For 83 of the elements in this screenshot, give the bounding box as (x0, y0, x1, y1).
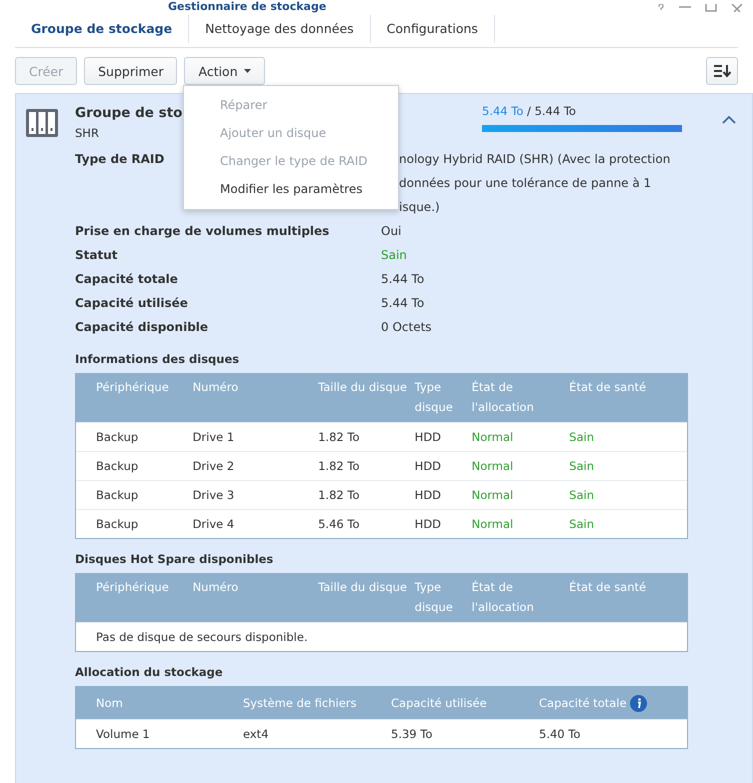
tab[interactable]: Configurations (370, 15, 495, 43)
column-header: Périphérique (96, 579, 170, 596)
column-header: Système de fichiers (243, 695, 356, 712)
property-value: données pour une tolérance de panne à 1 (399, 175, 652, 192)
sort-button[interactable] (706, 57, 738, 85)
tab[interactable]: Nettoyage des données (189, 15, 371, 43)
tab[interactable]: Groupe de stockage (15, 15, 190, 43)
table-cell-text: 1.82 To (318, 459, 360, 473)
property-value: 0 Octets (381, 319, 432, 336)
separator: / (527, 104, 531, 118)
table-cell-text: 5.39 To (391, 727, 434, 741)
column-header: Taille du disque (318, 379, 408, 396)
table-cell-text: Volume 1 (96, 727, 151, 741)
table-cell-text: HDD (414, 488, 442, 502)
column-header: Capacité utilisée (391, 695, 487, 712)
sort-icon (713, 64, 731, 78)
column-header: État de santé (569, 379, 648, 396)
property-label: Capacité disponible (75, 319, 208, 336)
table-cell-text: Sain (569, 459, 596, 473)
pool-type: SHR (75, 126, 99, 140)
property-value: isque.) (399, 199, 440, 216)
table-cell-text: Backup (96, 517, 140, 531)
toolbar-button[interactable]: Supprimer (84, 57, 178, 85)
table-cell-text: Drive 3 (192, 488, 236, 502)
table-cell-text: Drive 2 (192, 459, 236, 473)
used-capacity: 5.44 To (482, 104, 524, 118)
total-capacity: 5.44 To (534, 104, 576, 118)
table-cell-text: 1.82 To (318, 430, 360, 444)
table-cell-text: ext4 (243, 727, 270, 741)
table-cell-text: Backup (96, 459, 140, 473)
property-label: Capacité totale (75, 271, 178, 288)
table-cell-text: Sain (569, 517, 596, 531)
column-header: Numéro (192, 379, 240, 396)
help-icon[interactable] (657, 4, 665, 12)
column-header: Numéro (192, 579, 240, 596)
property-label: Capacité utilisée (75, 295, 188, 312)
section-title: Informations des disques (75, 351, 240, 367)
property-label: Type de RAID (75, 151, 164, 168)
column-header: État de l'allocation (472, 579, 535, 616)
table-cell-text: 5.46 To (318, 517, 360, 531)
column-header: Type disque (414, 579, 454, 616)
property-value: 5.44 To (381, 295, 424, 312)
property-value: nology Hybrid RAID (SHR) (Avec la protection (399, 151, 670, 168)
table-cell-text: Drive 1 (192, 430, 236, 444)
chevron-icon[interactable] (722, 116, 736, 124)
table-cell-text: Normal (472, 517, 514, 531)
table-cell-text: Sain (569, 488, 596, 502)
property-value: 5.44 To (381, 271, 424, 288)
property-value: Oui (381, 223, 402, 240)
maximize-icon[interactable] (705, 4, 717, 12)
table-cell-text: 1.82 To (318, 488, 360, 502)
table-cell-text: Backup (96, 488, 140, 502)
column-header: Type disque (414, 379, 454, 416)
empty-message: Pas de disque de secours disponible. (96, 630, 308, 644)
column-header: Nom (96, 695, 123, 712)
action-dropdown-button[interactable]: Action (184, 57, 265, 85)
table-cell-text: 5.40 To (539, 727, 582, 741)
window-title: Gestionnaire de stockage (168, 0, 326, 13)
column-header: Périphérique (96, 379, 170, 396)
table-cell-text: Normal (472, 430, 514, 444)
property-value: Sain (381, 247, 407, 264)
table-cell-text: Sain (569, 430, 596, 444)
column-header: Capacité totale (539, 695, 627, 712)
column-header: État de l'allocation (472, 379, 535, 416)
table-cell-text: HDD (414, 459, 442, 473)
table-cell-text: Normal (472, 459, 514, 473)
close-icon[interactable] (731, 4, 743, 12)
section-title: Allocation du stockage (75, 664, 224, 680)
caret-icon (244, 69, 251, 73)
column-header: État de santé (569, 579, 648, 596)
table-cell-text: Normal (472, 488, 514, 502)
section-title: Disques Hot Spare disponibles (75, 551, 274, 567)
table-cell-text: HDD (414, 517, 442, 531)
drive-bays-icon (26, 109, 58, 137)
property-label: Statut (75, 247, 118, 264)
table-cell-text: Backup (96, 430, 140, 444)
column-header: Taille du disque (318, 579, 408, 596)
menu-item[interactable]: Modifier les paramètres (184, 175, 398, 203)
table-cell-text: Drive 4 (192, 517, 236, 531)
table-cell-text: HDD (414, 430, 442, 444)
pool-title: Groupe de sto (75, 104, 182, 122)
property-label: Prise en charge de volumes multiples (75, 223, 330, 240)
info-icon[interactable] (630, 694, 647, 712)
